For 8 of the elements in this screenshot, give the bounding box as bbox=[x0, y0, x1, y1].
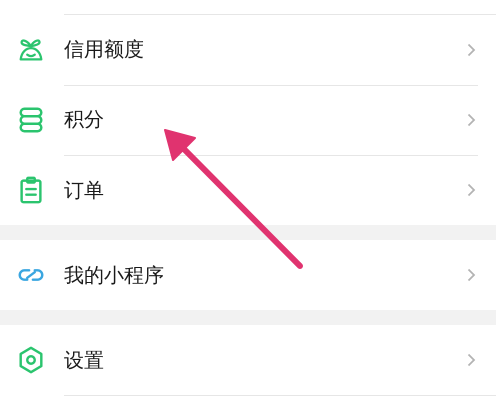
chevron-icon bbox=[467, 42, 476, 56]
chevron-icon bbox=[467, 112, 476, 126]
menu-item-label[interactable]: 信用额度 bbox=[64, 36, 467, 63]
menu-item-label[interactable]: 积分 bbox=[64, 106, 467, 133]
menu-item-label[interactable]: 订单 bbox=[64, 176, 467, 204]
chevron-icon bbox=[467, 183, 476, 197]
chevron-icon bbox=[467, 353, 476, 367]
chevron-icon bbox=[467, 268, 476, 282]
